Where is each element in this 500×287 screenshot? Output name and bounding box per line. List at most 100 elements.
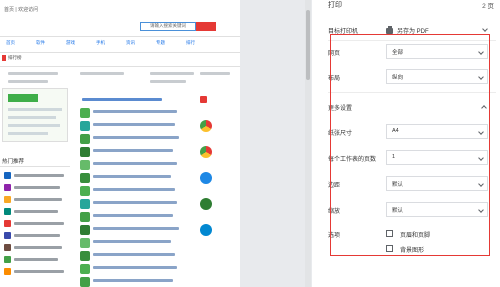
preview-section-marker: [2, 55, 6, 61]
preview-line: [8, 80, 48, 83]
list-item-icon: [80, 212, 90, 222]
chevron-down-icon: [478, 49, 484, 55]
destination-value: 另存为 PDF: [397, 29, 429, 35]
preview-line: [14, 246, 62, 249]
pages-per-sheet-label: 每个工作表的页数: [328, 157, 377, 163]
list-item-icon: [80, 147, 90, 157]
preview-line: [14, 186, 60, 189]
preview-line: [14, 198, 62, 201]
pages-per-sheet-value: 1: [392, 154, 396, 160]
list-item-text: [93, 227, 179, 230]
preview-nav-item: 首页: [6, 40, 15, 45]
preview-line: [150, 80, 186, 83]
section-divider: [328, 92, 496, 93]
preview-line: [14, 258, 58, 261]
preview-nav-item: 游戏: [66, 40, 75, 45]
destination-select[interactable]: 另存为 PDF: [386, 25, 429, 35]
preview-square: [4, 268, 11, 275]
list-item-icon: [80, 173, 90, 183]
preview-line: [14, 174, 64, 177]
pages-per-sheet-select[interactable]: 1: [386, 150, 488, 165]
list-item-icon: [80, 186, 90, 196]
list-item-icon: [80, 251, 90, 261]
list-item-text: [93, 136, 179, 139]
margins-value: 默认: [392, 182, 404, 188]
chevron-down-icon: [482, 26, 488, 32]
preview-line: [200, 72, 230, 75]
preview-line: [8, 108, 62, 111]
preview-left-heading: 热门推荐: [2, 159, 25, 165]
chevron-down-icon: [478, 207, 484, 213]
list-item-icon: [80, 264, 90, 274]
paper-size-select[interactable]: A4: [386, 124, 488, 139]
list-item-text: [93, 266, 177, 269]
preview-divider: [0, 166, 70, 167]
preview-nav-item: 资讯: [126, 40, 135, 45]
preview-divider: [0, 66, 240, 67]
preview-section-title: 排行榜: [8, 55, 22, 60]
list-item-text: [93, 110, 177, 113]
list-item-text: [93, 253, 175, 256]
preview-line: [14, 222, 64, 225]
preview-square: [4, 184, 11, 191]
more-settings-toggle[interactable]: 更多设置: [328, 103, 352, 112]
preview-scrollbar[interactable]: [305, 0, 311, 287]
list-item-text: [93, 149, 173, 152]
destination-label: 目标打印机: [328, 29, 359, 35]
pages-select[interactable]: 全部: [386, 44, 488, 59]
preview-line: [8, 116, 56, 119]
list-item-icon: [80, 134, 90, 144]
section-divider: [328, 40, 496, 41]
preview-topbar: 首页 | 欢迎访问: [0, 6, 240, 14]
app-logo-icon: [200, 198, 212, 210]
preview-nav: 首页 软件 游戏 手机 资讯 专题 排行: [0, 38, 240, 50]
layout-select[interactable]: 纵向: [386, 69, 488, 84]
headers-footers-label[interactable]: 页眉和页脚: [400, 230, 430, 239]
background-graphics-label[interactable]: 背景图形: [400, 245, 424, 254]
preview-square: [200, 96, 207, 103]
margins-select[interactable]: 默认: [386, 176, 488, 191]
preview-banner-bar: [8, 94, 38, 102]
options-label: 选项: [328, 233, 341, 239]
print-preview-area: 首页 | 欢迎访问 请输入搜索关键词 首页 软件 游戏 手机 资讯 专题 排行 …: [0, 0, 312, 287]
edge-logo-icon: [200, 224, 212, 236]
preview-line: [14, 210, 58, 213]
layout-label: 布局: [328, 76, 341, 82]
paper-size-value: A4: [392, 128, 399, 134]
list-item-text: [93, 214, 173, 217]
scale-label: 缩放: [328, 209, 341, 215]
list-item-text: [93, 240, 171, 243]
scale-value: 默认: [392, 208, 404, 214]
paper-size-label: 纸张尺寸: [328, 131, 353, 137]
background-graphics-checkbox[interactable]: [386, 245, 393, 252]
list-item-text: [93, 188, 175, 191]
preview-scrollbar-thumb[interactable]: [306, 10, 310, 80]
scale-select[interactable]: 默认: [386, 202, 488, 217]
chrome-logo-icon: [200, 146, 212, 158]
margins-label: 边距: [328, 183, 341, 189]
preview-line: [80, 72, 124, 75]
list-item-text: [93, 279, 173, 282]
list-item-icon: [80, 108, 90, 118]
list-item-icon: [80, 199, 90, 209]
preview-headline: [82, 98, 162, 101]
chevron-down-icon: [478, 155, 484, 161]
preview-square: [4, 172, 11, 179]
preview-top-text: 首页 | 欢迎访问: [4, 7, 39, 13]
preview-line: [14, 270, 64, 273]
chrome-logo-icon: [200, 120, 212, 132]
preview-search-text: 请输入搜索关键词: [150, 23, 186, 28]
preview-divider: [0, 36, 240, 37]
list-item-text: [93, 123, 175, 126]
preview-square: [4, 244, 11, 251]
preview-line: [8, 132, 48, 135]
preview-search-button: [196, 22, 216, 31]
page-count: 2 页: [482, 3, 494, 10]
chevron-up-icon[interactable]: [481, 105, 487, 111]
chevron-down-icon: [478, 129, 484, 135]
preview-nav-item: 排行: [186, 40, 195, 45]
preview-line: [14, 234, 60, 237]
chevron-down-icon: [478, 74, 484, 80]
preview-nav-item: 软件: [36, 40, 45, 45]
headers-footers-checkbox[interactable]: [386, 230, 393, 237]
